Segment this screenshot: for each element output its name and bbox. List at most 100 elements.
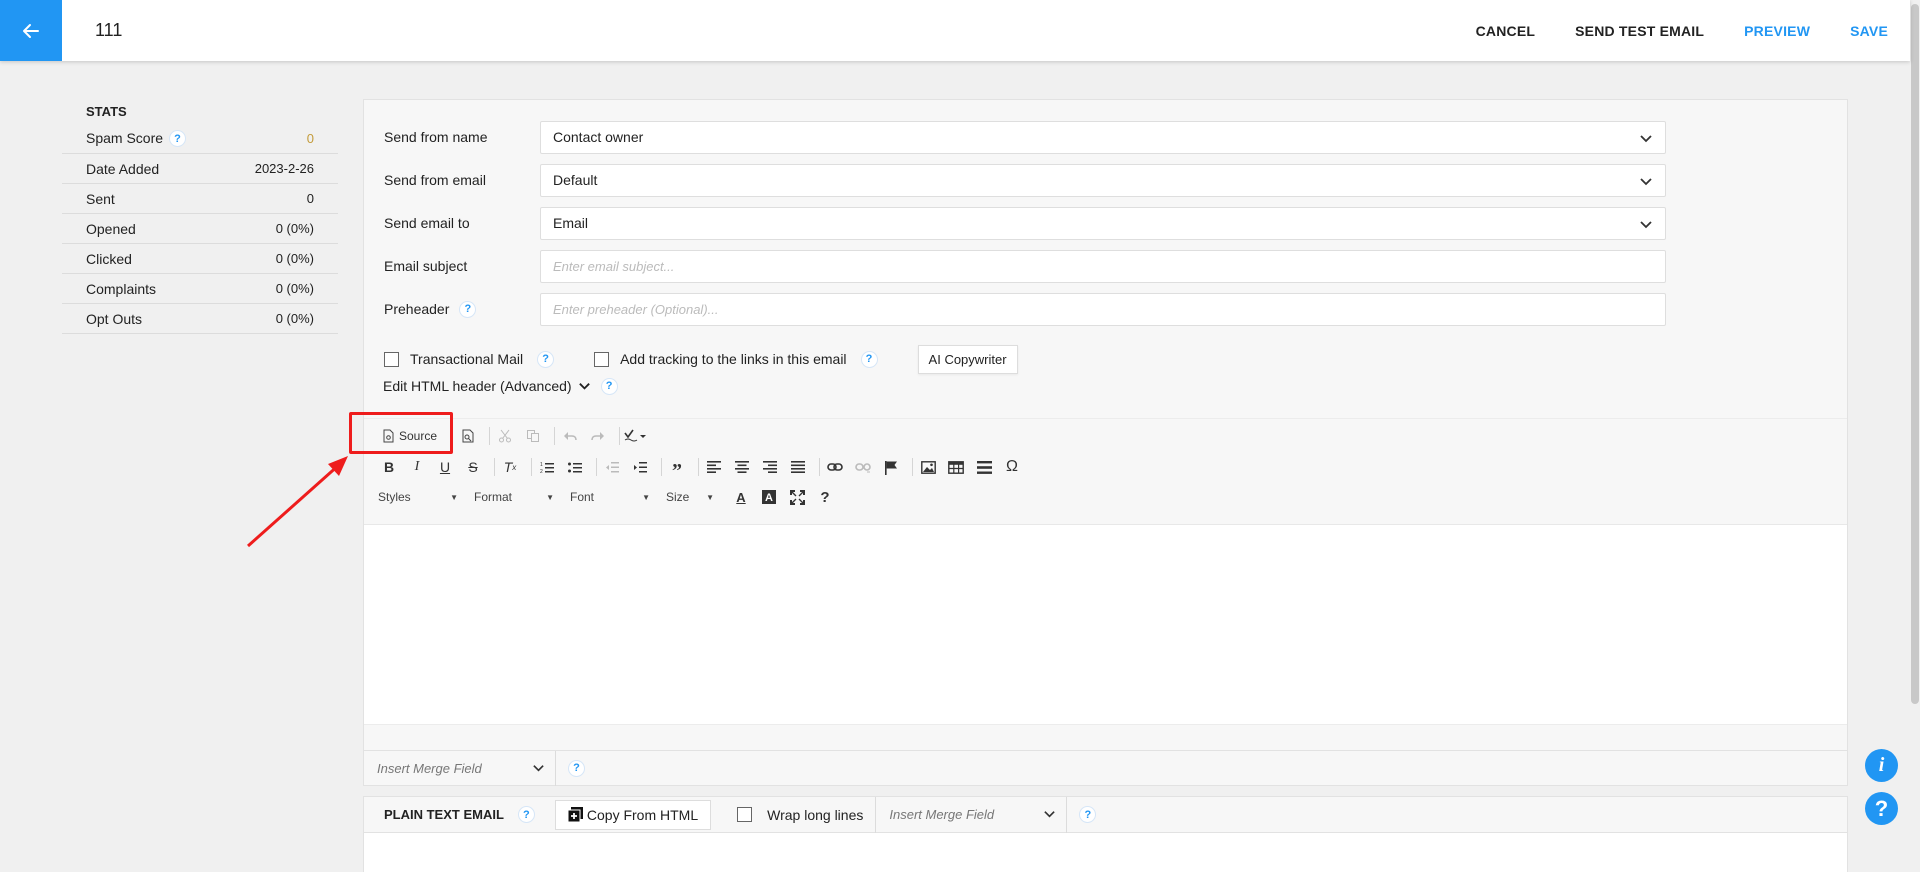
- page-scrollbar[interactable]: [1910, 0, 1920, 872]
- table-button[interactable]: [945, 456, 967, 478]
- font-combo[interactable]: Font ▼: [570, 490, 650, 504]
- chevron-down-icon: [533, 764, 544, 772]
- italic-button[interactable]: I: [406, 456, 428, 478]
- blockquote-button[interactable]: ”: [666, 456, 688, 481]
- ai-copywriter-button[interactable]: AI Copywriter: [917, 344, 1018, 374]
- increase-indent-button[interactable]: [629, 456, 651, 478]
- spellcheck-button[interactable]: [624, 425, 647, 447]
- top-bar: 111 CANCEL SEND TEST EMAIL PREVIEW SAVE: [0, 0, 1910, 61]
- numbered-list-icon: 12: [540, 462, 554, 474]
- unlink-button[interactable]: [852, 456, 874, 478]
- decrease-indent-button[interactable]: [601, 456, 623, 478]
- help-button[interactable]: ?: [1865, 792, 1898, 825]
- send-from-email-select[interactable]: Default: [540, 163, 1666, 197]
- redo-button[interactable]: [587, 425, 609, 447]
- maximize-icon: [789, 489, 805, 505]
- bulleted-list-button[interactable]: [564, 456, 586, 478]
- cut-button[interactable]: [494, 425, 516, 447]
- preheader-input[interactable]: Enter preheader (Optional)...: [540, 292, 1666, 326]
- undo-button[interactable]: [559, 425, 581, 447]
- help-icon[interactable]: ?: [1079, 806, 1097, 823]
- add-tracking-checkbox[interactable]: [594, 351, 610, 367]
- caret-down-icon: ▼: [546, 492, 554, 502]
- chevron-down-icon: [1640, 134, 1652, 142]
- horizontal-line-button[interactable]: [973, 456, 995, 478]
- plain-text-area[interactable]: [364, 833, 1847, 872]
- save-button[interactable]: SAVE: [1850, 23, 1888, 39]
- send-email-to-select[interactable]: Email: [540, 206, 1666, 240]
- table-icon: [948, 460, 964, 474]
- editor-help-button[interactable]: ?: [814, 486, 836, 508]
- transactional-mail-checkbox[interactable]: [384, 351, 399, 367]
- underline-button[interactable]: U: [434, 456, 456, 478]
- svg-text:A: A: [765, 492, 773, 504]
- stat-value: 2023-2-26: [254, 161, 314, 176]
- annotation-highlight-box: [349, 412, 453, 454]
- email-subject-input[interactable]: Enter email subject...: [540, 249, 1666, 283]
- anchor-button[interactable]: [880, 456, 902, 478]
- copy-button[interactable]: [522, 425, 544, 447]
- chevron-down-icon: [1044, 811, 1056, 818]
- stat-row-clicked: Clicked 0 (0%): [62, 244, 338, 274]
- back-button[interactable]: [0, 0, 62, 61]
- insert-merge-field-select[interactable]: Insert Merge Field: [364, 750, 556, 786]
- help-icon[interactable]: ?: [537, 350, 555, 368]
- horizontal-line-icon: [976, 460, 992, 474]
- stat-value: 0 (0%): [275, 311, 314, 326]
- bold-button[interactable]: B: [378, 456, 400, 478]
- format-combo[interactable]: Format ▼: [474, 490, 554, 504]
- image-icon: [920, 460, 936, 474]
- help-icon[interactable]: ?: [459, 300, 477, 318]
- wrap-long-lines-checkbox[interactable]: [737, 807, 753, 822]
- help-icon[interactable]: ?: [568, 759, 585, 777]
- send-email-to-row: Send email to Email: [384, 206, 1684, 240]
- plain-insert-merge-field-label: Insert Merge Field: [889, 807, 995, 822]
- info-button[interactable]: i: [1865, 749, 1898, 782]
- help-icon[interactable]: ?: [860, 350, 878, 368]
- bulleted-list-icon: [568, 462, 582, 472]
- stat-row-sent: Sent 0: [62, 184, 338, 214]
- styles-combo[interactable]: Styles ▼: [378, 490, 458, 504]
- align-center-button[interactable]: [731, 456, 753, 478]
- indent-icon: [634, 461, 647, 472]
- maximize-button[interactable]: [786, 486, 808, 508]
- plain-insert-merge-field-select[interactable]: Insert Merge Field: [875, 796, 1068, 833]
- edit-html-header-toggle[interactable]: Edit HTML header (Advanced) ?: [383, 374, 618, 398]
- cancel-button[interactable]: CANCEL: [1476, 23, 1536, 39]
- caret-down-icon: ▼: [450, 492, 458, 502]
- stats-panel: STATS Spam Score? 0 Date Added 2023-2-26…: [62, 100, 338, 334]
- background-color-button[interactable]: A: [758, 486, 780, 508]
- copy-from-html-button[interactable]: Copy From HTML: [554, 799, 712, 830]
- editor-content-area[interactable]: [364, 524, 1847, 724]
- email-subject-label: Email subject: [384, 258, 468, 274]
- spellcheck-icon: [624, 429, 647, 442]
- image-button[interactable]: [917, 456, 939, 478]
- stat-value: 0 (0%): [275, 221, 314, 236]
- help-icon[interactable]: ?: [517, 806, 535, 823]
- link-button[interactable]: [824, 456, 846, 478]
- align-left-button[interactable]: [703, 456, 725, 478]
- scrollbar-thumb[interactable]: [1911, 4, 1919, 704]
- align-right-button[interactable]: [759, 456, 781, 478]
- help-icon[interactable]: ?: [169, 130, 187, 148]
- size-combo[interactable]: Size ▼: [666, 490, 714, 504]
- remove-format-button[interactable]: Tx: [499, 456, 521, 478]
- align-justify-button[interactable]: [787, 456, 809, 478]
- stat-row-spam-score: Spam Score? 0: [62, 124, 338, 154]
- outdent-icon: [606, 461, 619, 472]
- send-from-name-select[interactable]: Contact owner: [540, 120, 1666, 154]
- send-from-name-value: Contact owner: [553, 129, 644, 145]
- stat-label: Sent: [86, 190, 115, 207]
- send-test-email-button[interactable]: SEND TEST EMAIL: [1575, 23, 1704, 39]
- options-row: Transactional Mail ? Add tracking to the…: [384, 344, 1018, 374]
- help-icon[interactable]: ?: [600, 377, 618, 395]
- preview-button[interactable]: PREVIEW: [1744, 23, 1810, 39]
- text-color-button[interactable]: A: [730, 486, 752, 508]
- preview-doc-button[interactable]: [457, 425, 479, 447]
- undo-icon: [564, 432, 577, 441]
- strikethrough-button[interactable]: S: [462, 456, 484, 478]
- unlink-icon: [855, 463, 871, 473]
- numbered-list-button[interactable]: 12: [536, 456, 558, 478]
- styles-label: Styles: [378, 490, 411, 504]
- special-character-button[interactable]: Ω: [1001, 456, 1023, 478]
